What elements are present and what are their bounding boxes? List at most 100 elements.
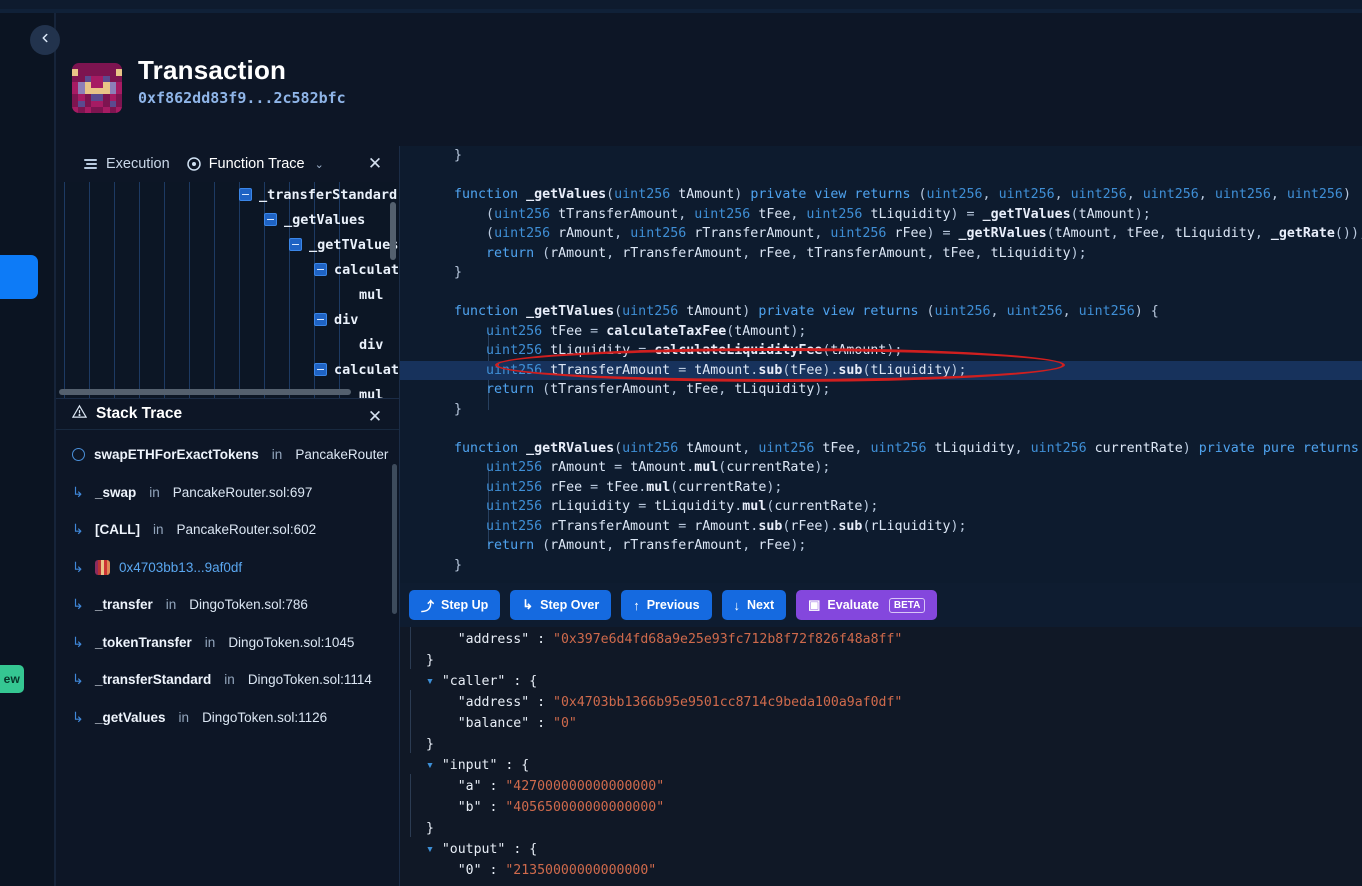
- code-line[interactable]: 920 return (rAmount, rTransferAmount, rF…: [400, 244, 1362, 264]
- code-line[interactable]: 928 }: [400, 400, 1362, 420]
- stack-trace-in-word: in: [153, 522, 164, 537]
- json-key: }: [426, 653, 434, 668]
- json-line[interactable]: "address" : "0x397e6d4fd68a9e25e93fc712b…: [418, 629, 1362, 650]
- code-line[interactable]: 924 uint256 tFee = calculateTaxFee(tAmou…: [400, 322, 1362, 342]
- stack-trace-row[interactable]: ↳0x4703bb13...9af0df: [56, 549, 399, 587]
- code-line[interactable]: 936 }: [400, 556, 1362, 576]
- json-separator: :: [529, 632, 553, 647]
- code-line[interactable]: 921 }: [400, 263, 1362, 283]
- code-line[interactable]: 918 (uint256 tTransferAmount, uint256 tF…: [400, 205, 1362, 225]
- tab-execution[interactable]: Execution: [76, 152, 177, 176]
- code-line[interactable]: 927 return (tTransferAmount, tFee, tLiqu…: [400, 380, 1362, 400]
- trace-tree-row[interactable]: calculateTaxFe: [56, 257, 399, 282]
- json-line[interactable]: ▾ "caller" : {: [418, 671, 1362, 692]
- code-line-text: uint256 rAmount = tAmount.mul(currentRat…: [422, 460, 830, 475]
- trace-tree-row-label: _getTValues: [309, 237, 398, 253]
- json-key: }: [426, 737, 434, 752]
- code-line[interactable]: 930 function _getRValues(uint256 tAmount…: [400, 439, 1362, 459]
- code-line[interactable]: 916: [400, 166, 1362, 186]
- json-collapse-caret[interactable]: ▾: [426, 758, 434, 773]
- tree-collapse-toggle[interactable]: [264, 213, 277, 226]
- stack-trace-location: PancakeRouter.sol:602: [177, 522, 317, 537]
- code-line[interactable]: 933 uint256 rLiquidity = tLiquidity.mul(…: [400, 497, 1362, 517]
- code-line[interactable]: 929: [400, 419, 1362, 439]
- trace-tree-row[interactable]: _getValues: [56, 207, 399, 232]
- json-collapse-caret[interactable]: ▾: [426, 842, 434, 857]
- code-line[interactable]: 917 function _getValues(uint256 tAmount)…: [400, 185, 1362, 205]
- stack-trace-row[interactable]: ↳_tokenTransferinDingoToken.sol:1045: [56, 624, 399, 662]
- stack-trace-list[interactable]: swapETHForExactTokensinPancakeRouter↳_sw…: [56, 430, 399, 730]
- trace-tree-row[interactable]: _getTValues: [56, 232, 399, 257]
- stack-trace-row[interactable]: ↳_transferinDingoToken.sol:786: [56, 586, 399, 624]
- code-line[interactable]: 919 (uint256 rAmount, uint256 rTransferA…: [400, 224, 1362, 244]
- json-line[interactable]: "0" : "21350000000000000": [418, 860, 1362, 881]
- json-line[interactable]: "b" : "405650000000000000": [418, 797, 1362, 818]
- tree-collapse-toggle[interactable]: [239, 188, 252, 201]
- transaction-header: Transaction 0xf862dd83f9...2c582bfc: [56, 13, 1362, 146]
- trace-tree-row[interactable]: _transferStandard: [56, 182, 399, 207]
- json-output-panel[interactable]: "address" : "0x397e6d4fd68a9e25e93fc712b…: [400, 627, 1362, 886]
- rail-blue-button[interactable]: [0, 255, 38, 299]
- json-line[interactable]: "address" : "0x4703bb1366b95e9501cc8714c…: [418, 692, 1362, 713]
- function-trace-tree[interactable]: _transferStandard_getValues _getTValuesca…: [56, 182, 399, 398]
- code-line[interactable]: 934 uint256 rTransferAmount = rAmount.su…: [400, 517, 1362, 537]
- trace-tree-row[interactable]: div: [56, 332, 399, 357]
- code-line[interactable]: 915 }: [400, 146, 1362, 166]
- code-editor[interactable]: 915 }916917 function _getValues(uint256 …: [400, 146, 1362, 583]
- step-over-button[interactable]: ↳ Step Over: [510, 590, 611, 620]
- tree-collapse-toggle[interactable]: [289, 238, 302, 251]
- code-line[interactable]: 926 uint256 tTransferAmount = tAmount.su…: [400, 361, 1362, 381]
- evaluate-button[interactable]: ▣ Evaluate BETA: [796, 590, 937, 620]
- transaction-hash[interactable]: 0xf862dd83f9...2c582bfc: [138, 89, 346, 107]
- json-line[interactable]: }: [418, 734, 1362, 755]
- stack-trace-row[interactable]: swapETHForExactTokensinPancakeRouter: [56, 436, 399, 474]
- close-panel-button[interactable]: ✕: [365, 154, 385, 174]
- stack-trace-scrollbar[interactable]: [392, 464, 397, 614]
- stack-trace-in-word: in: [179, 710, 190, 725]
- stack-trace-function: _transferStandard: [95, 672, 211, 687]
- stack-trace-row[interactable]: ↳_getValuesinDingoToken.sol:1126: [56, 699, 399, 731]
- stack-trace-function[interactable]: 0x4703bb13...9af0df: [119, 560, 242, 575]
- rail-green-badge[interactable]: ew: [0, 665, 24, 693]
- json-line[interactable]: }: [418, 650, 1362, 671]
- collapse-sidebar-button[interactable]: [30, 25, 60, 55]
- step-up-button[interactable]: ⤴ Step Up: [409, 590, 500, 620]
- code-line[interactable]: 935 return (rAmount, rTransferAmount, rF…: [400, 536, 1362, 556]
- json-line[interactable]: "balance" : "0": [418, 713, 1362, 734]
- stack-trace-row[interactable]: ↳_swapinPancakeRouter.sol:697: [56, 474, 399, 512]
- stack-trace-row[interactable]: ↳_transferStandardinDingoToken.sol:1114: [56, 661, 399, 699]
- next-button[interactable]: ↓ Next: [722, 590, 787, 620]
- chevron-down-icon[interactable]: ⌄: [315, 158, 324, 171]
- code-line-text: uint256 rTransferAmount = rAmount.sub(rF…: [422, 519, 967, 534]
- code-line[interactable]: 925 uint256 tLiquidity = calculateLiquid…: [400, 341, 1362, 361]
- tab-function-trace[interactable]: Function Trace ⌄: [179, 152, 331, 176]
- previous-button[interactable]: ↑ Previous: [621, 590, 711, 620]
- trace-tree-row[interactable]: div: [56, 307, 399, 332]
- code-line[interactable]: 937: [400, 575, 1362, 583]
- code-line[interactable]: 932 uint256 rFee = tFee.mul(currentRate)…: [400, 478, 1362, 498]
- json-value: "0": [553, 716, 577, 731]
- code-line[interactable]: 931 uint256 rAmount = tAmount.mul(curren…: [400, 458, 1362, 478]
- json-line[interactable]: ▾ "output" : {: [418, 839, 1362, 860]
- stack-trace-row[interactable]: ↳[CALL]inPancakeRouter.sol:602: [56, 511, 399, 549]
- code-line-text: uint256 rFee = tFee.mul(currentRate);: [422, 480, 782, 495]
- json-line[interactable]: "a" : "427000000000000000": [418, 776, 1362, 797]
- tab-execution-label: Execution: [106, 156, 170, 172]
- json-line[interactable]: }: [418, 818, 1362, 839]
- tree-collapse-toggle[interactable]: [314, 313, 327, 326]
- json-key: "address": [458, 695, 529, 710]
- code-line[interactable]: 923 function _getTValues(uint256 tAmount…: [400, 302, 1362, 322]
- page-title: Transaction: [138, 55, 286, 86]
- step-up-label: Step Up: [441, 598, 488, 612]
- tree-collapse-toggle[interactable]: [314, 363, 327, 376]
- tree-vertical-scrollbar[interactable]: [390, 202, 396, 260]
- close-stack-trace-button[interactable]: ✕: [365, 407, 385, 427]
- trace-tree-row[interactable]: calculateLiqui: [56, 357, 399, 382]
- json-collapse-caret[interactable]: ▾: [426, 674, 434, 689]
- tree-collapse-toggle[interactable]: [314, 263, 327, 276]
- tree-horizontal-scrollbar[interactable]: [59, 389, 351, 395]
- json-line[interactable]: ▾ "input" : {: [418, 755, 1362, 776]
- trace-tree-row[interactable]: mul: [56, 282, 399, 307]
- trace-tree-row-label: calculateLiqui: [334, 362, 399, 378]
- code-line[interactable]: 922: [400, 283, 1362, 303]
